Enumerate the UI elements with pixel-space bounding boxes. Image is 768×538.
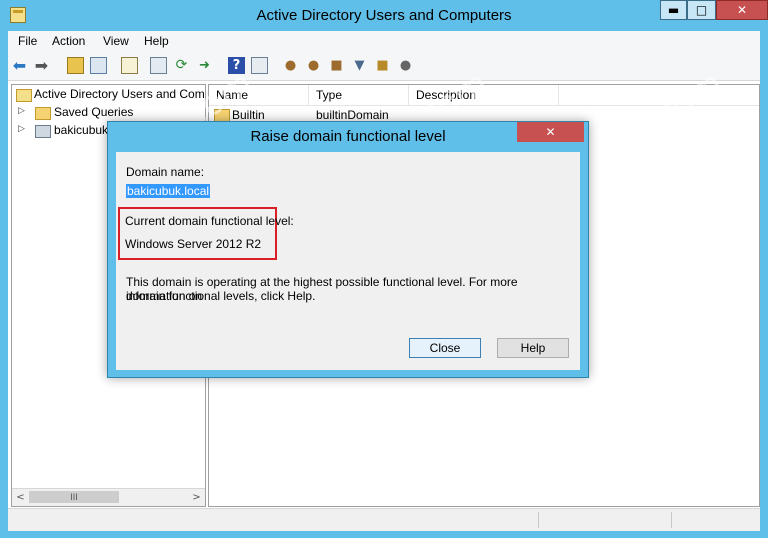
list-header: Name Type Description xyxy=(209,85,759,106)
column-header-name[interactable]: Name xyxy=(209,85,309,105)
add-to-group-icon[interactable]: ● xyxy=(397,57,414,74)
status-bar xyxy=(8,508,760,531)
action-pane-icon[interactable] xyxy=(251,57,268,74)
domain-icon xyxy=(35,125,51,138)
tree-item-label: bakicubuk xyxy=(54,123,109,137)
maximize-button[interactable]: □ xyxy=(687,0,716,20)
menu-help[interactable]: Help xyxy=(144,34,169,48)
scroll-thumb[interactable]: III xyxy=(29,491,119,503)
domain-name-value[interactable]: bakicubuk.local xyxy=(126,184,211,198)
expand-arrow-icon[interactable]: ▷ xyxy=(18,124,25,134)
find-icon[interactable]: ■ xyxy=(374,57,391,74)
toolbar: ⬅ ➡ ⟳ ➜ ? ● ● ■ ▼ ■ ● xyxy=(8,52,760,81)
current-level-value: Windows Server 2012 R2 xyxy=(125,237,262,251)
folder-icon xyxy=(35,107,51,120)
menu-file[interactable]: File xyxy=(18,34,37,48)
main-window: Active Directory Users and Computers ▬ □… xyxy=(0,0,768,538)
close-window-button[interactable]: ✕ xyxy=(716,0,768,20)
filter-icon[interactable]: ▼ xyxy=(351,57,368,74)
dialog-body: Domain name: bakicubuk.local Current dom… xyxy=(116,152,580,370)
menu-view[interactable]: View xyxy=(103,34,129,48)
column-header-description[interactable]: Description xyxy=(409,85,559,105)
properties-icon[interactable] xyxy=(121,57,138,74)
copy-icon[interactable] xyxy=(150,57,167,74)
raise-functional-level-dialog: Raise domain functional level ✕ Domain n… xyxy=(107,121,589,378)
tree-item-root[interactable]: Active Directory Users and Com xyxy=(12,86,205,104)
new-ou-icon[interactable]: ■ xyxy=(328,57,345,74)
refresh-icon[interactable]: ⟳ xyxy=(173,57,190,74)
scroll-right-icon[interactable]: > xyxy=(189,490,204,505)
window-title: Active Directory Users and Computers xyxy=(256,7,512,24)
expand-arrow-icon[interactable]: ▷ xyxy=(18,106,25,116)
status-divider xyxy=(671,512,672,528)
up-folder-icon[interactable] xyxy=(67,57,84,74)
domain-name-label: Domain name: xyxy=(126,165,205,179)
back-arrow-icon[interactable]: ⬅ xyxy=(11,57,28,74)
column-header-type[interactable]: Type xyxy=(309,85,409,105)
menu-action[interactable]: Action xyxy=(52,34,85,48)
status-divider xyxy=(538,512,539,528)
tree-horizontal-scrollbar[interactable]: < III > xyxy=(12,488,205,506)
menu-bar: File Action View Help xyxy=(8,31,760,52)
new-user-icon[interactable]: ● xyxy=(282,57,299,74)
info-text-line2: domain functional levels, click Help. xyxy=(126,289,316,303)
export-list-icon[interactable]: ➜ xyxy=(196,57,213,74)
dialog-close-button[interactable]: ✕ xyxy=(517,122,584,142)
tree-item-label: Active Directory Users and Com xyxy=(34,87,205,101)
close-button[interactable]: Close xyxy=(409,338,481,358)
title-bar[interactable]: Active Directory Users and Computers ▬ □… xyxy=(0,0,768,31)
new-group-icon[interactable]: ● xyxy=(305,57,322,74)
tree-item-saved-queries[interactable]: ▷ Saved Queries xyxy=(12,104,205,122)
dialog-title: Raise domain functional level xyxy=(250,128,446,145)
help-icon[interactable]: ? xyxy=(228,57,245,74)
show-hide-tree-icon[interactable] xyxy=(90,57,107,74)
forward-arrow-icon[interactable]: ➡ xyxy=(33,57,50,74)
current-level-label: Current domain functional level: xyxy=(125,214,294,228)
tree-item-label: Saved Queries xyxy=(54,105,134,119)
list-item-type: builtinDomain xyxy=(316,108,389,122)
scroll-left-icon[interactable]: < xyxy=(13,490,28,505)
help-button[interactable]: Help xyxy=(497,338,569,358)
list-item-name: Builtin xyxy=(232,108,265,122)
minimize-button[interactable]: ▬ xyxy=(660,0,687,20)
aduc-icon xyxy=(16,89,32,102)
